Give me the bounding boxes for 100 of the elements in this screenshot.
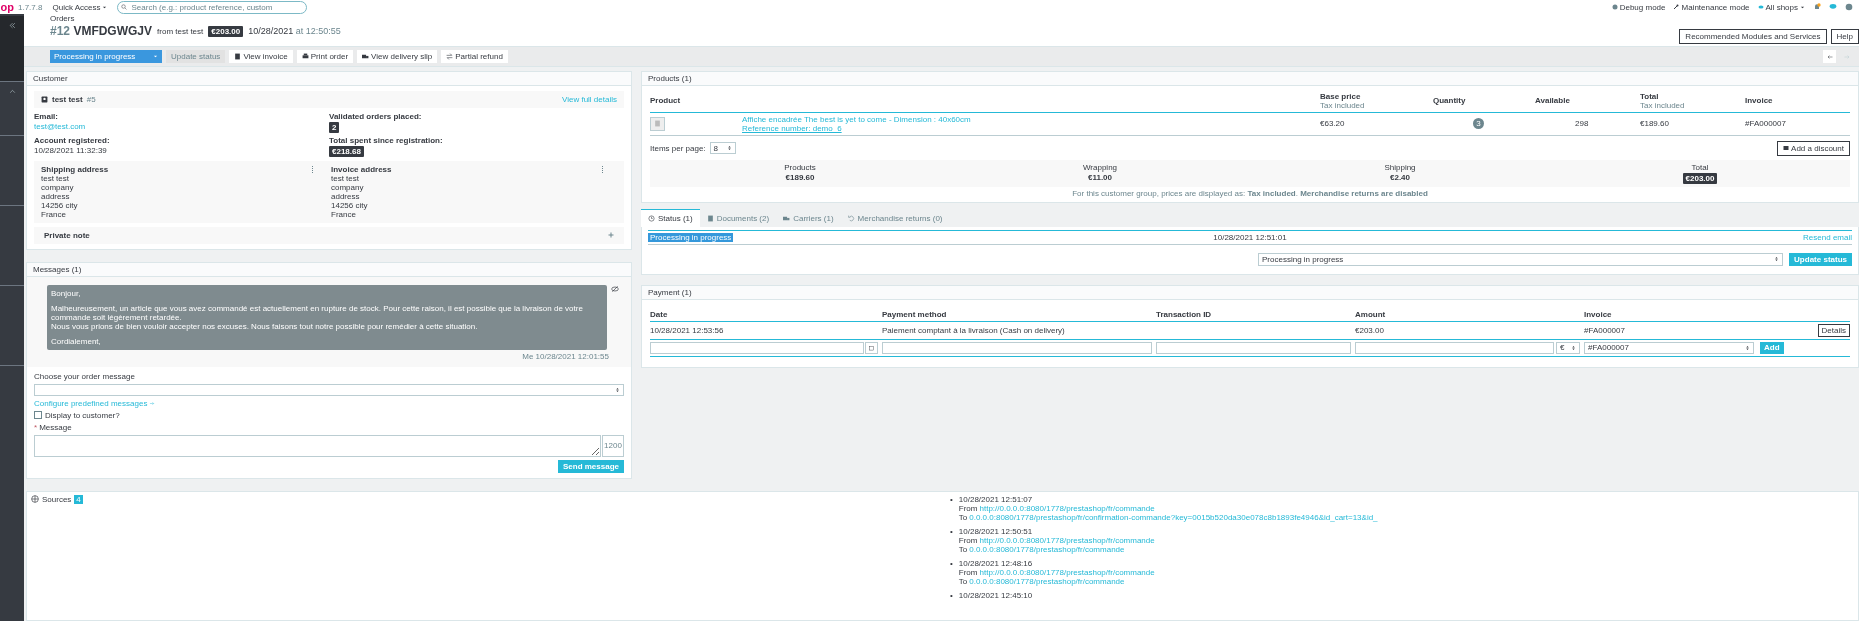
table-cell: #FA000007 [1745,119,1786,129]
quick-access-menu[interactable]: Quick Access [52,2,108,12]
chevron-up-icon [8,88,16,95]
address-line: France [331,210,356,219]
toolbar-button[interactable]: Partial refund [441,50,508,63]
source-link[interactable]: http://0.0.0.0:8080/1778/prestashop/fr/commande [979,536,1155,545]
bullet: • [950,591,953,600]
source-label: From [958,568,978,577]
source-link[interactable]: http://0.0.0.0:8080/1778/prestashop/fr/commande [979,504,1155,513]
invoice-select[interactable]: #FA000007 [1584,342,1754,354]
order-title: #12 VMFDGWGJV [50,24,153,39]
tab[interactable]: Documents (2) [699,209,777,227]
reference-link[interactable]: Reference number: demo_6 [742,124,842,133]
column-header: Invoice [1584,310,1612,319]
payment-method-field[interactable] [882,342,1152,354]
email-link[interactable]: test@test.com [34,122,86,131]
column-header: Payment method [882,310,947,319]
field-label: Message [39,423,72,432]
table-cell: €63.20 [1320,119,1345,129]
caret-icon [102,4,108,10]
field-label: Account registered: [34,136,110,145]
update-status-button[interactable]: Update status [1789,253,1852,266]
toolbar-button[interactable]: View delivery slip [357,50,438,63]
header-link[interactable]: Maintenance mode [1673,2,1750,12]
field-label: Email: [34,112,58,121]
swap-arrows-icon [446,53,454,60]
table-cell: Paiement comptant à la livraison (Cash on delivery) [882,326,1065,335]
column-header: Available [1535,96,1570,106]
column-header: Product [650,96,681,106]
arrow-left-icon [1826,53,1833,60]
order-date: 10/28/2021 at 12:50:55 [248,26,341,37]
add-button[interactable]: Add [1760,342,1784,354]
header-link[interactable]: Debug mode [1611,2,1666,12]
send-button[interactable]: Send message [557,460,624,473]
frame-icon [654,120,661,128]
message-field[interactable] [34,435,601,457]
caret-icon [1800,4,1805,10]
checkbox[interactable] [34,411,42,420]
tab[interactable]: Merchandise returns (0) [840,209,950,227]
header-button[interactable]: Recommended Modules and Services [1679,29,1827,45]
message-select[interactable] [34,384,624,396]
source-time: 10/28/2021 12:51:07 [958,495,1033,504]
source-link[interactable]: 0.0.0.0:8080/1778/prestashop/fr/commande [969,545,1125,554]
updown-icon [615,387,620,393]
tab[interactable]: Carriers (1) [776,209,841,227]
user-card-icon [41,96,48,103]
summary-label: Products [784,163,816,172]
panel-title: Products (1) [648,74,692,83]
source-link[interactable]: 0.0.0.0:8080/1778/prestashop/fr/confirmation-commande?key=0015b520da30e078c8b1893fe4946&id_cart=13&id_ [969,513,1378,522]
bell-icon [1813,3,1821,12]
currency-select[interactable]: € [1556,342,1580,354]
resend-email-link[interactable]: Resend email [1803,233,1852,242]
total-spent: €218.68 [329,146,364,157]
source-label: To [958,545,968,554]
arrow-right-icon [149,401,156,406]
calendar-button[interactable] [865,342,878,354]
amount-field[interactable] [1355,342,1554,354]
header-link[interactable]: All shops [1757,2,1805,12]
updown-icon [726,145,732,152]
truck-icon [783,215,791,222]
truck-icon [362,53,370,60]
toolbar-button[interactable]: Print order [296,50,354,63]
source-link[interactable]: 0.0.0.0:8080/1778/prestashop/fr/commande [969,577,1125,586]
address-line: address [331,192,360,201]
panel-title: Sources [42,495,72,504]
updown-icon [1745,345,1750,351]
header-button[interactable]: Help [1830,29,1859,45]
date-field[interactable] [650,342,864,354]
status-badge: Processing in progress [648,233,734,242]
column-header: Base price [1320,92,1361,101]
column-subheader: Tax included [1640,101,1685,110]
history-icon [648,215,655,222]
eye-icon [1757,4,1764,11]
view-details-link[interactable]: View full details [562,95,617,104]
logo: op [0,1,14,14]
address-line: test test [331,174,359,183]
toolbar-button[interactable]: View invoice [229,50,293,63]
bullet: • [950,527,953,538]
transaction-field[interactable] [1156,342,1351,354]
product-link[interactable]: Affiche encadrée The best is yet to come - Dimension : 40x60cm [742,115,971,124]
status-select[interactable]: Processing in progress [1258,253,1784,266]
table-cell: €189.60 [1640,119,1669,129]
configure-link[interactable]: Configure predefined messages [34,399,156,408]
bullet: • [950,495,953,506]
field-label: Items per page: [650,144,706,153]
details-button[interactable]: Details [1817,324,1850,337]
items-per-page-select[interactable]: 8 [709,142,736,155]
status-select[interactable]: Processing in progress [50,50,162,63]
source-label: From [958,504,978,513]
add-discount-button[interactable]: Add a discount [1777,141,1850,156]
column-header: Date [650,310,668,319]
breadcrumb[interactable]: Orders [50,14,75,24]
source-time: 10/28/2021 12:50:51 [958,527,1033,536]
table-cell: 10/28/2021 12:53:56 [650,326,724,335]
tab[interactable]: Status (1) [641,209,700,227]
search-field[interactable]: Search (e.g.: product reference, custom [117,0,308,14]
previous-button[interactable] [1823,50,1836,63]
column-header: Invoice [1745,96,1773,106]
source-link[interactable]: http://0.0.0.0:8080/1778/prestashop/fr/commande [979,568,1155,577]
bullet: • [950,559,953,570]
